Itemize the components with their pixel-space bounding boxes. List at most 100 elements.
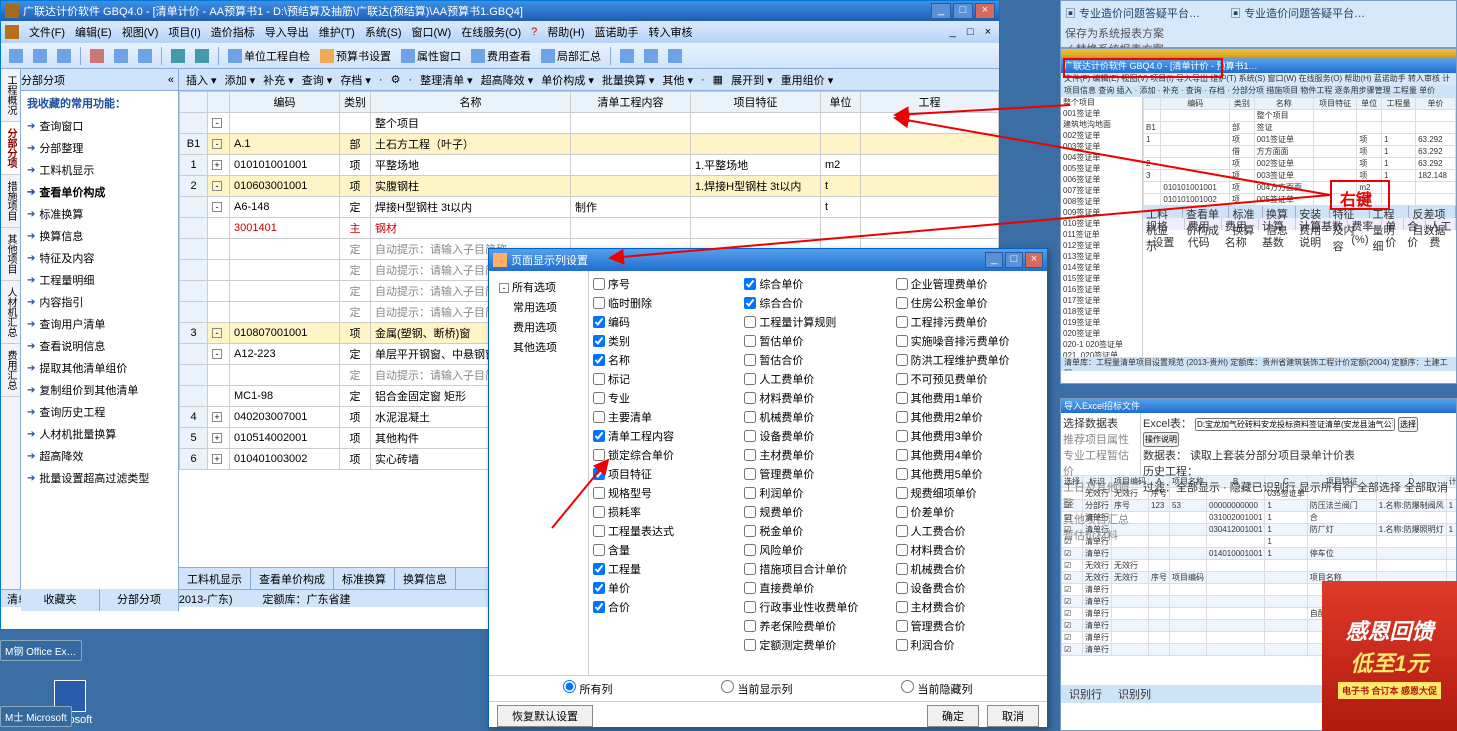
tool-copy[interactable] — [110, 47, 132, 65]
imp-foot-0[interactable]: 识别行 — [1069, 686, 1102, 702]
minimize-button[interactable]: _ — [931, 3, 951, 19]
table-row[interactable]: -整个项目 — [180, 113, 999, 134]
mini-row[interactable]: 010101001001项004方方面面m2 — [1144, 182, 1456, 194]
tool-misc2[interactable] — [640, 47, 662, 65]
mini-side-item[interactable]: 002签证单 — [1061, 130, 1142, 141]
table-row[interactable]: B1-A.1部土石方工程（叶子） — [180, 134, 999, 155]
tool-misc1[interactable] — [616, 47, 638, 65]
vtab-1[interactable]: 分部分项 — [1, 122, 20, 175]
dialog-tree[interactable]: -所有选项 常用选项 费用选项 其他选项 — [489, 271, 589, 675]
check-材料费合价[interactable]: 材料费合价 — [896, 541, 1043, 559]
tool-summary[interactable]: 局部汇总 — [537, 46, 605, 66]
tool-undo[interactable] — [167, 47, 189, 65]
grid-header[interactable]: 单位 — [821, 92, 861, 113]
mini-side-item[interactable]: 001签证单 — [1061, 108, 1142, 119]
grid-header[interactable] — [208, 92, 230, 113]
menu-edit[interactable]: 编辑(E) — [71, 22, 116, 42]
side-item-6[interactable]: ➔特征及内容 — [21, 247, 178, 269]
op-high[interactable]: 超高降效 — [478, 70, 537, 90]
check-管理费合价[interactable]: 管理费合价 — [896, 617, 1043, 635]
mini-side-item[interactable]: 006签证单 — [1061, 174, 1142, 185]
check-防洪工程维护费单价[interactable]: 防洪工程维护费单价 — [896, 351, 1043, 369]
child-minimize[interactable]: _ — [946, 24, 960, 40]
check-养老保险费单价[interactable]: 养老保险费单价 — [744, 617, 891, 635]
check-其他费用3单价[interactable]: 其他费用3单价 — [896, 427, 1043, 445]
check-人工费合价[interactable]: 人工费合价 — [896, 522, 1043, 540]
mini-btab[interactable]: 安装费用 — [1296, 206, 1329, 218]
menu-view[interactable]: 视图(V) — [118, 22, 163, 42]
vtab-4[interactable]: 人材机汇总 — [1, 281, 20, 344]
btab-0[interactable]: 工料机显示 — [179, 568, 251, 589]
menu-system[interactable]: 系统(S) — [361, 22, 406, 42]
check-单价[interactable]: 单价 — [593, 579, 740, 597]
mini-side-item[interactable]: 整个项目 — [1061, 97, 1142, 108]
side-item-7[interactable]: ➔工程量明细 — [21, 269, 178, 291]
check-工程量表达式[interactable]: 工程量表达式 — [593, 522, 740, 540]
check-其他费用4单价[interactable]: 其他费用4单价 — [896, 446, 1043, 464]
mini-side-item[interactable]: 013签证单 — [1061, 251, 1142, 262]
side-item-10[interactable]: ➔查看说明信息 — [21, 335, 178, 357]
child-close[interactable]: × — [981, 24, 995, 40]
check-标记[interactable]: 标记 — [593, 370, 740, 388]
mini-side-item[interactable]: 021. 020签证单 — [1061, 350, 1142, 357]
mini-btab[interactable]: 查看单价构成 — [1183, 206, 1230, 218]
tree-root[interactable]: 所有选项 — [512, 282, 556, 294]
check-定额测定费单价[interactable]: 定额测定费单价 — [744, 636, 891, 654]
check-含量[interactable]: 含量 — [593, 541, 740, 559]
mini-btab[interactable]: 反差项目数据 — [1409, 206, 1456, 218]
check-清单工程内容[interactable]: 清单工程内容 — [593, 427, 740, 445]
check-利润合价[interactable]: 利润合价 — [896, 636, 1043, 654]
check-综合单价[interactable]: 综合单价 — [744, 275, 891, 293]
close-button[interactable]: × — [975, 3, 995, 19]
grid-header[interactable]: 编码 — [230, 92, 340, 113]
op-query[interactable]: 查询 — [299, 70, 336, 90]
vtab-5[interactable]: 费用汇总 — [1, 344, 20, 397]
check-暂估单价[interactable]: 暂估单价 — [744, 332, 891, 350]
op-tidy[interactable]: 整理清单 — [417, 70, 476, 90]
side-item-4[interactable]: ➔标准换算 — [21, 203, 178, 225]
tool-budget-setting[interactable]: 预算书设置 — [316, 46, 395, 66]
dlg-max[interactable]: □ — [1005, 252, 1023, 268]
check-暂估合价[interactable]: 暂估合价 — [744, 351, 891, 369]
check-锁定综合单价[interactable]: 锁定综合单价 — [593, 446, 740, 464]
check-价差单价[interactable]: 价差单价 — [896, 503, 1043, 521]
grid-header[interactable]: 类别 — [340, 92, 371, 113]
tree-collapse-icon[interactable]: - — [499, 283, 509, 293]
check-不可预见费单价[interactable]: 不可预见费单价 — [896, 370, 1043, 388]
check-管理费单价[interactable]: 管理费单价 — [744, 465, 891, 483]
side-item-15[interactable]: ➔超高降效 — [21, 445, 178, 467]
imp-lab-a[interactable]: 选择数据表 — [1063, 415, 1138, 431]
check-设备费合价[interactable]: 设备费合价 — [896, 579, 1043, 597]
mini-side-item[interactable]: 010签证单 — [1061, 218, 1142, 229]
mini-grid[interactable]: 编码类别名称项目特征单位工程量单价整个项目B1部签证1项001签证单项163.2… — [1143, 97, 1456, 206]
check-人工费单价[interactable]: 人工费单价 — [744, 370, 891, 388]
check-规格型号[interactable]: 规格型号 — [593, 484, 740, 502]
op-expand[interactable]: 展开到 — [728, 70, 776, 90]
menu-maintain[interactable]: 维护(T) — [315, 22, 359, 42]
tool-cut[interactable] — [86, 47, 108, 65]
menu-help[interactable]: 帮助(H) — [543, 22, 588, 42]
dlg-min[interactable]: _ — [985, 252, 1003, 268]
mini-side-item[interactable]: 009签证单 — [1061, 207, 1142, 218]
mini-side-item[interactable]: 020-1 020签证单 — [1061, 339, 1142, 350]
mini-row[interactable]: 借方方面面项163.292 — [1144, 146, 1456, 158]
taskbar-item-2[interactable]: M士 Microsoft — [0, 706, 72, 727]
mini-side-item[interactable]: 建筑地沟地面 — [1061, 119, 1142, 130]
check-名称[interactable]: 名称 — [593, 351, 740, 369]
radio-shown[interactable]: 当前显示列 — [721, 680, 792, 697]
tool-redo[interactable] — [191, 47, 213, 65]
mini-side-item[interactable]: 007签证单 — [1061, 185, 1142, 196]
table-row[interactable]: -A6-148定焊接H型钢柱 3t以内制作t — [180, 197, 999, 218]
check-风险单价[interactable]: 风险单价 — [744, 541, 891, 559]
check-措施项目合计单价[interactable]: 措施项目合计单价 — [744, 560, 891, 578]
side-item-13[interactable]: ➔查询历史工程 — [21, 401, 178, 423]
check-规费单价[interactable]: 规费单价 — [744, 503, 891, 521]
reset-button[interactable]: 恢复默认设置 — [497, 705, 593, 727]
grid-header[interactable]: 工程 — [861, 92, 999, 113]
tree-child-2[interactable]: 其他选项 — [495, 337, 582, 357]
table-row[interactable]: 3001401主钢材 — [180, 218, 999, 239]
mini-btab[interactable]: 标准换算 — [1229, 206, 1262, 218]
mini-btab[interactable]: 工料机显示 — [1143, 206, 1183, 218]
taskbar-item-1[interactable]: M钢 Office Ex… — [0, 640, 82, 661]
check-综合合价[interactable]: 综合合价 — [744, 294, 891, 312]
